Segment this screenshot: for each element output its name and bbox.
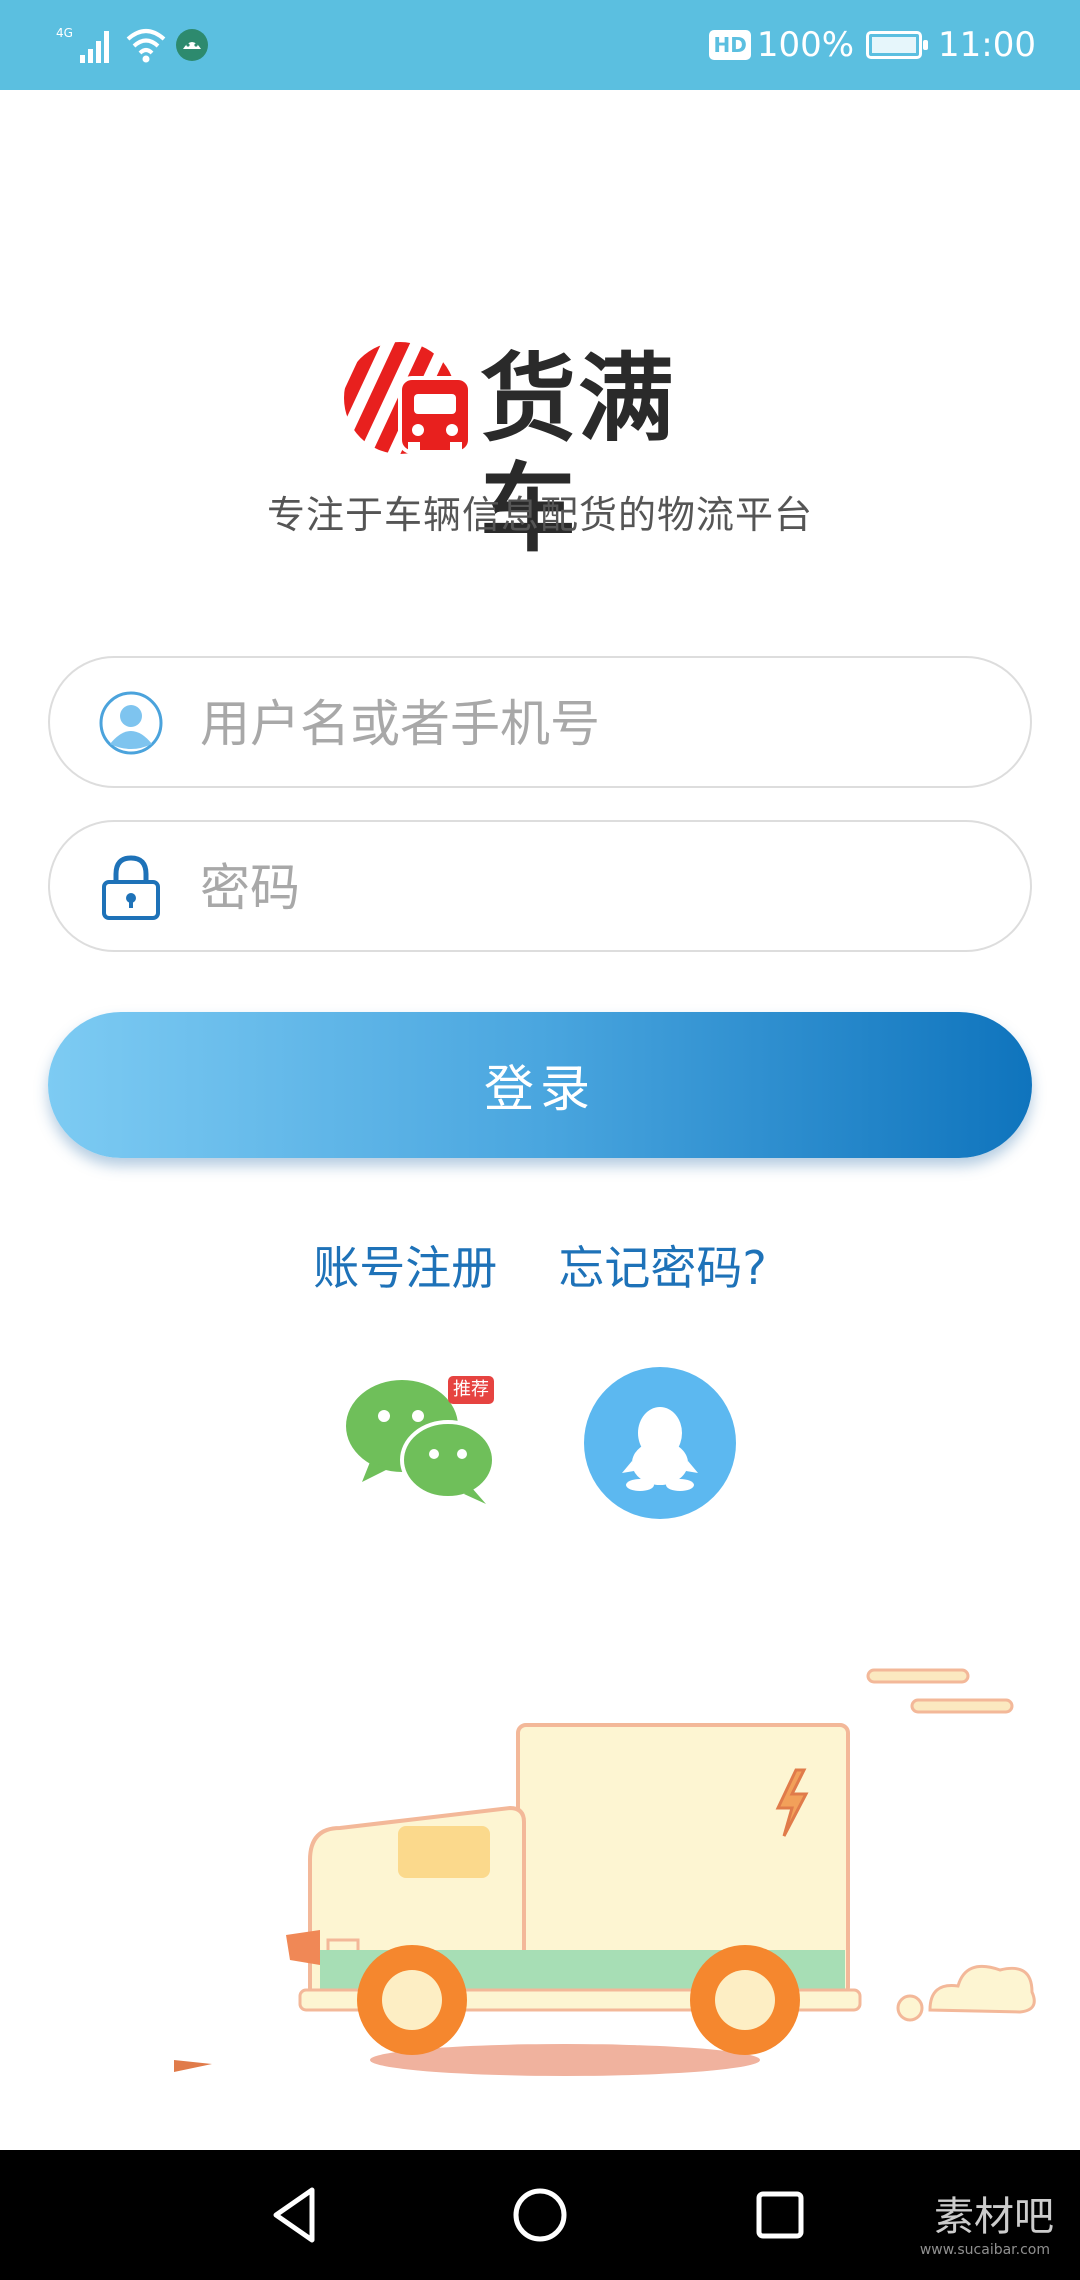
recent-apps-icon[interactable]	[745, 2180, 815, 2250]
watermark-subtext: www.sucaibar.com	[919, 2242, 1050, 2258]
username-field[interactable]	[48, 656, 1032, 788]
brand-logo: 货满车	[340, 338, 760, 564]
battery-fill	[872, 37, 917, 53]
wechat-login-button[interactable]: 推荐	[340, 1370, 510, 1510]
status-bar: 4G HD 100% 11:00	[0, 0, 1080, 90]
lock-icon	[102, 855, 160, 920]
logo-mark-icon	[344, 342, 472, 454]
battery-icon	[866, 31, 929, 59]
password-input[interactable]	[200, 840, 980, 936]
login-button[interactable]: 登录	[48, 1012, 1032, 1158]
forgot-password-link[interactable]: 忘记密码?	[558, 1232, 766, 1298]
home-icon[interactable]	[505, 2180, 575, 2250]
username-input[interactable]	[200, 676, 980, 772]
signal-icon: 4G	[56, 26, 109, 63]
user-icon	[99, 691, 163, 755]
network-type: 4G	[56, 26, 73, 40]
auth-links: 账号注册 忘记密码?	[0, 1232, 1080, 1302]
qq-login-button[interactable]	[584, 1367, 736, 1519]
password-field[interactable]	[48, 820, 1032, 952]
recommended-badge: 推荐	[448, 1376, 494, 1404]
qq-penguin-icon	[622, 1407, 698, 1491]
system-nav-bar: 素材吧 www.sucaibar.com	[0, 2150, 1080, 2280]
status-left: 4G	[56, 22, 210, 68]
login-screen: 4G HD 100% 11:00 货满车 专注于车辆信息配货的物流平台 用户名或…	[0, 0, 1080, 2280]
status-time: 11:00	[938, 25, 1036, 65]
truck-illustration	[174, 1668, 1036, 2076]
brand-slogan: 专注于车辆信息配货的物流平台	[266, 493, 813, 537]
status-right: HD 100% 11:00	[709, 20, 1036, 70]
watermark-text: 素材吧	[934, 2194, 1054, 2240]
hd-badge: HD	[709, 30, 751, 60]
register-link[interactable]: 账号注册	[313, 1232, 497, 1298]
android-icon	[176, 29, 208, 61]
wifi-icon	[126, 29, 166, 63]
battery-percent: 100%	[756, 25, 855, 65]
back-icon[interactable]	[262, 2180, 332, 2250]
